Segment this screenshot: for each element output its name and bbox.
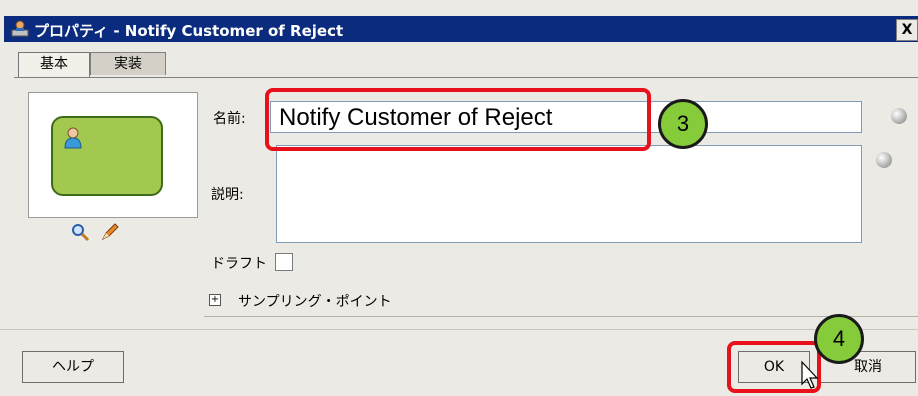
properties-icon (11, 20, 29, 37)
help-button[interactable]: ヘルプ (22, 351, 124, 383)
expand-icon[interactable]: + (209, 294, 221, 306)
sampling-points-label[interactable]: サンプリング・ポイント (238, 291, 392, 311)
tab-implementation[interactable]: 実装 (90, 52, 166, 75)
description-field[interactable] (276, 145, 862, 243)
footer-divider (0, 329, 918, 330)
activity-shape (51, 116, 163, 196)
zoom-icon[interactable] (70, 222, 90, 242)
draft-checkbox[interactable] (275, 253, 293, 271)
callout-4: 4 (814, 314, 864, 364)
description-label: 説明: (211, 187, 244, 203)
title-bar[interactable]: プロパティ - Notify Customer of Reject X (4, 16, 918, 42)
activity-preview (28, 92, 198, 218)
section-divider (204, 316, 918, 317)
window-title: プロパティ - Notify Customer of Reject (34, 22, 344, 40)
mouse-pointer-icon (801, 360, 819, 389)
tab-basic[interactable]: 基本 (18, 52, 90, 77)
properties-dialog: プロパティ - Notify Customer of Reject X 基本 実… (0, 0, 918, 396)
edit-icon[interactable] (100, 222, 120, 242)
user-task-icon (64, 127, 82, 149)
name-label: 名前: (213, 111, 246, 127)
globe-icon[interactable] (891, 108, 907, 124)
tab-divider (14, 77, 918, 78)
close-button[interactable]: X (896, 19, 918, 41)
globe-icon-description[interactable] (876, 152, 892, 168)
draft-label: ドラフト (211, 256, 267, 272)
callout-3: 3 (658, 99, 708, 149)
highlight-name-field (265, 88, 651, 151)
